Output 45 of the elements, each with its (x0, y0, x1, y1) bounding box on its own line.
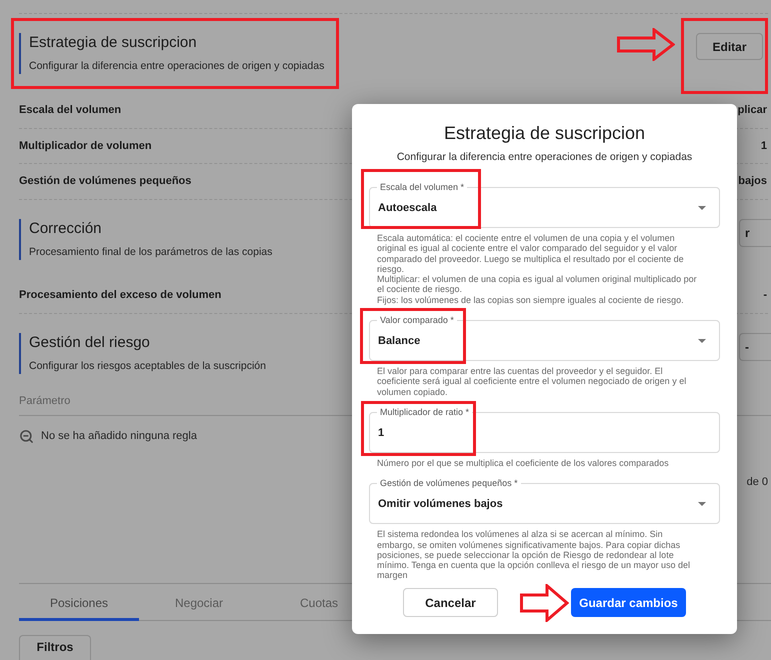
helper-text: El valor para comparar entre las cuentas del proveedor y el seguidor. El coeficiente será igual al coeficiente entre el volumen negociado de origen y el volumen copiado. (377, 366, 688, 397)
arrow-icon (520, 584, 569, 622)
row-value: plicar (738, 102, 768, 118)
cancel-button[interactable]: Cancelar (403, 588, 498, 617)
action-button[interactable]: - (739, 333, 771, 361)
caret-icon (698, 502, 706, 506)
column-header: Parámetro (19, 394, 70, 408)
section-title: Corrección (29, 218, 103, 238)
dialog-subtitle: Configurar la diferencia entre operaciones de origen y copiadas (396, 150, 694, 164)
helper-text: El sistema redondea los volúmenes al alza si se acercan al mínimo. Sin embargo, se omiten volúmenes significativamente bajos. Para copiar dichas posiciones, se puede seleccionar la opción de Riesgo de redondear al lote mínimo. Tenga en cuenta que la opción conlleva el riesgo de un mayor uso del margen (377, 529, 692, 581)
dialog-title: Estrategia de suscripcion (442, 122, 646, 144)
section-subtitle: Procesamiento final de los parámetros de las copias (29, 244, 272, 260)
caret-icon (698, 339, 706, 344)
accent-bar (19, 33, 21, 74)
zoom-out-icon (19, 428, 34, 444)
select-field[interactable]: Gestión de volúmenes pequeños * Omitir volúmenes bajos (369, 478, 720, 524)
section-title: Estrategia de suscripcion (29, 33, 198, 53)
row-label: Multiplicador de volumen (19, 138, 152, 154)
tab[interactable]: Posiciones (19, 584, 139, 621)
row-value: bajos (738, 174, 768, 189)
section-title: Gestión del riesgo (29, 333, 151, 353)
helper-text: Escala automática: el cociente entre el volumen de una copia y el volumen original es igual al cociente entre el valor comparado del seguidor y el valor comparado del proveedor. Luego se multiplica el resultado por el cociente de riesgo. (377, 233, 685, 274)
caret-icon (698, 206, 706, 210)
pagination-text: de 0 (746, 475, 768, 490)
row-value: - (763, 288, 768, 303)
row-value: 1 (760, 138, 768, 154)
empty-state-text: No se ha añadido ninguna regla (41, 428, 197, 444)
row-label: Escala del volumen (19, 102, 122, 118)
filter-button[interactable]: Filtros (19, 635, 91, 660)
arrow-icon (617, 28, 675, 61)
accent-bar (19, 333, 21, 374)
helper-text: Multiplicar: el volumen de una copia es igual al volumen original multiplicado por el cociente de riesgo. (377, 274, 698, 295)
section-subtitle: Configurar los riesgos aceptables de la suscripción (29, 359, 266, 374)
select-field[interactable]: Escala del volumen * Autoescala (369, 182, 720, 228)
helper-text: Número por el que se multiplica el coeficiente de los valores comparados (377, 458, 670, 468)
select-field[interactable]: Valor comparado * Balance (369, 315, 720, 362)
helper-text: Fijos: los volúmenes de las copias son siempre iguales al cociente de riesgo. (377, 294, 685, 306)
row-label: Gestión de volúmenes pequeños (19, 174, 192, 189)
action-button[interactable]: r (739, 218, 771, 246)
edit-button[interactable]: Editar (696, 33, 763, 60)
save-button[interactable]: Guardar cambios (571, 588, 686, 617)
row-label: Procesamiento del exceso de volumen (19, 288, 222, 303)
accent-bar (19, 218, 21, 260)
section-subtitle: Configurar la diferencia entre operaciones de origen y copiadas (29, 59, 324, 74)
text-field[interactable]: Multiplicador de ratio * 1 (369, 406, 720, 453)
